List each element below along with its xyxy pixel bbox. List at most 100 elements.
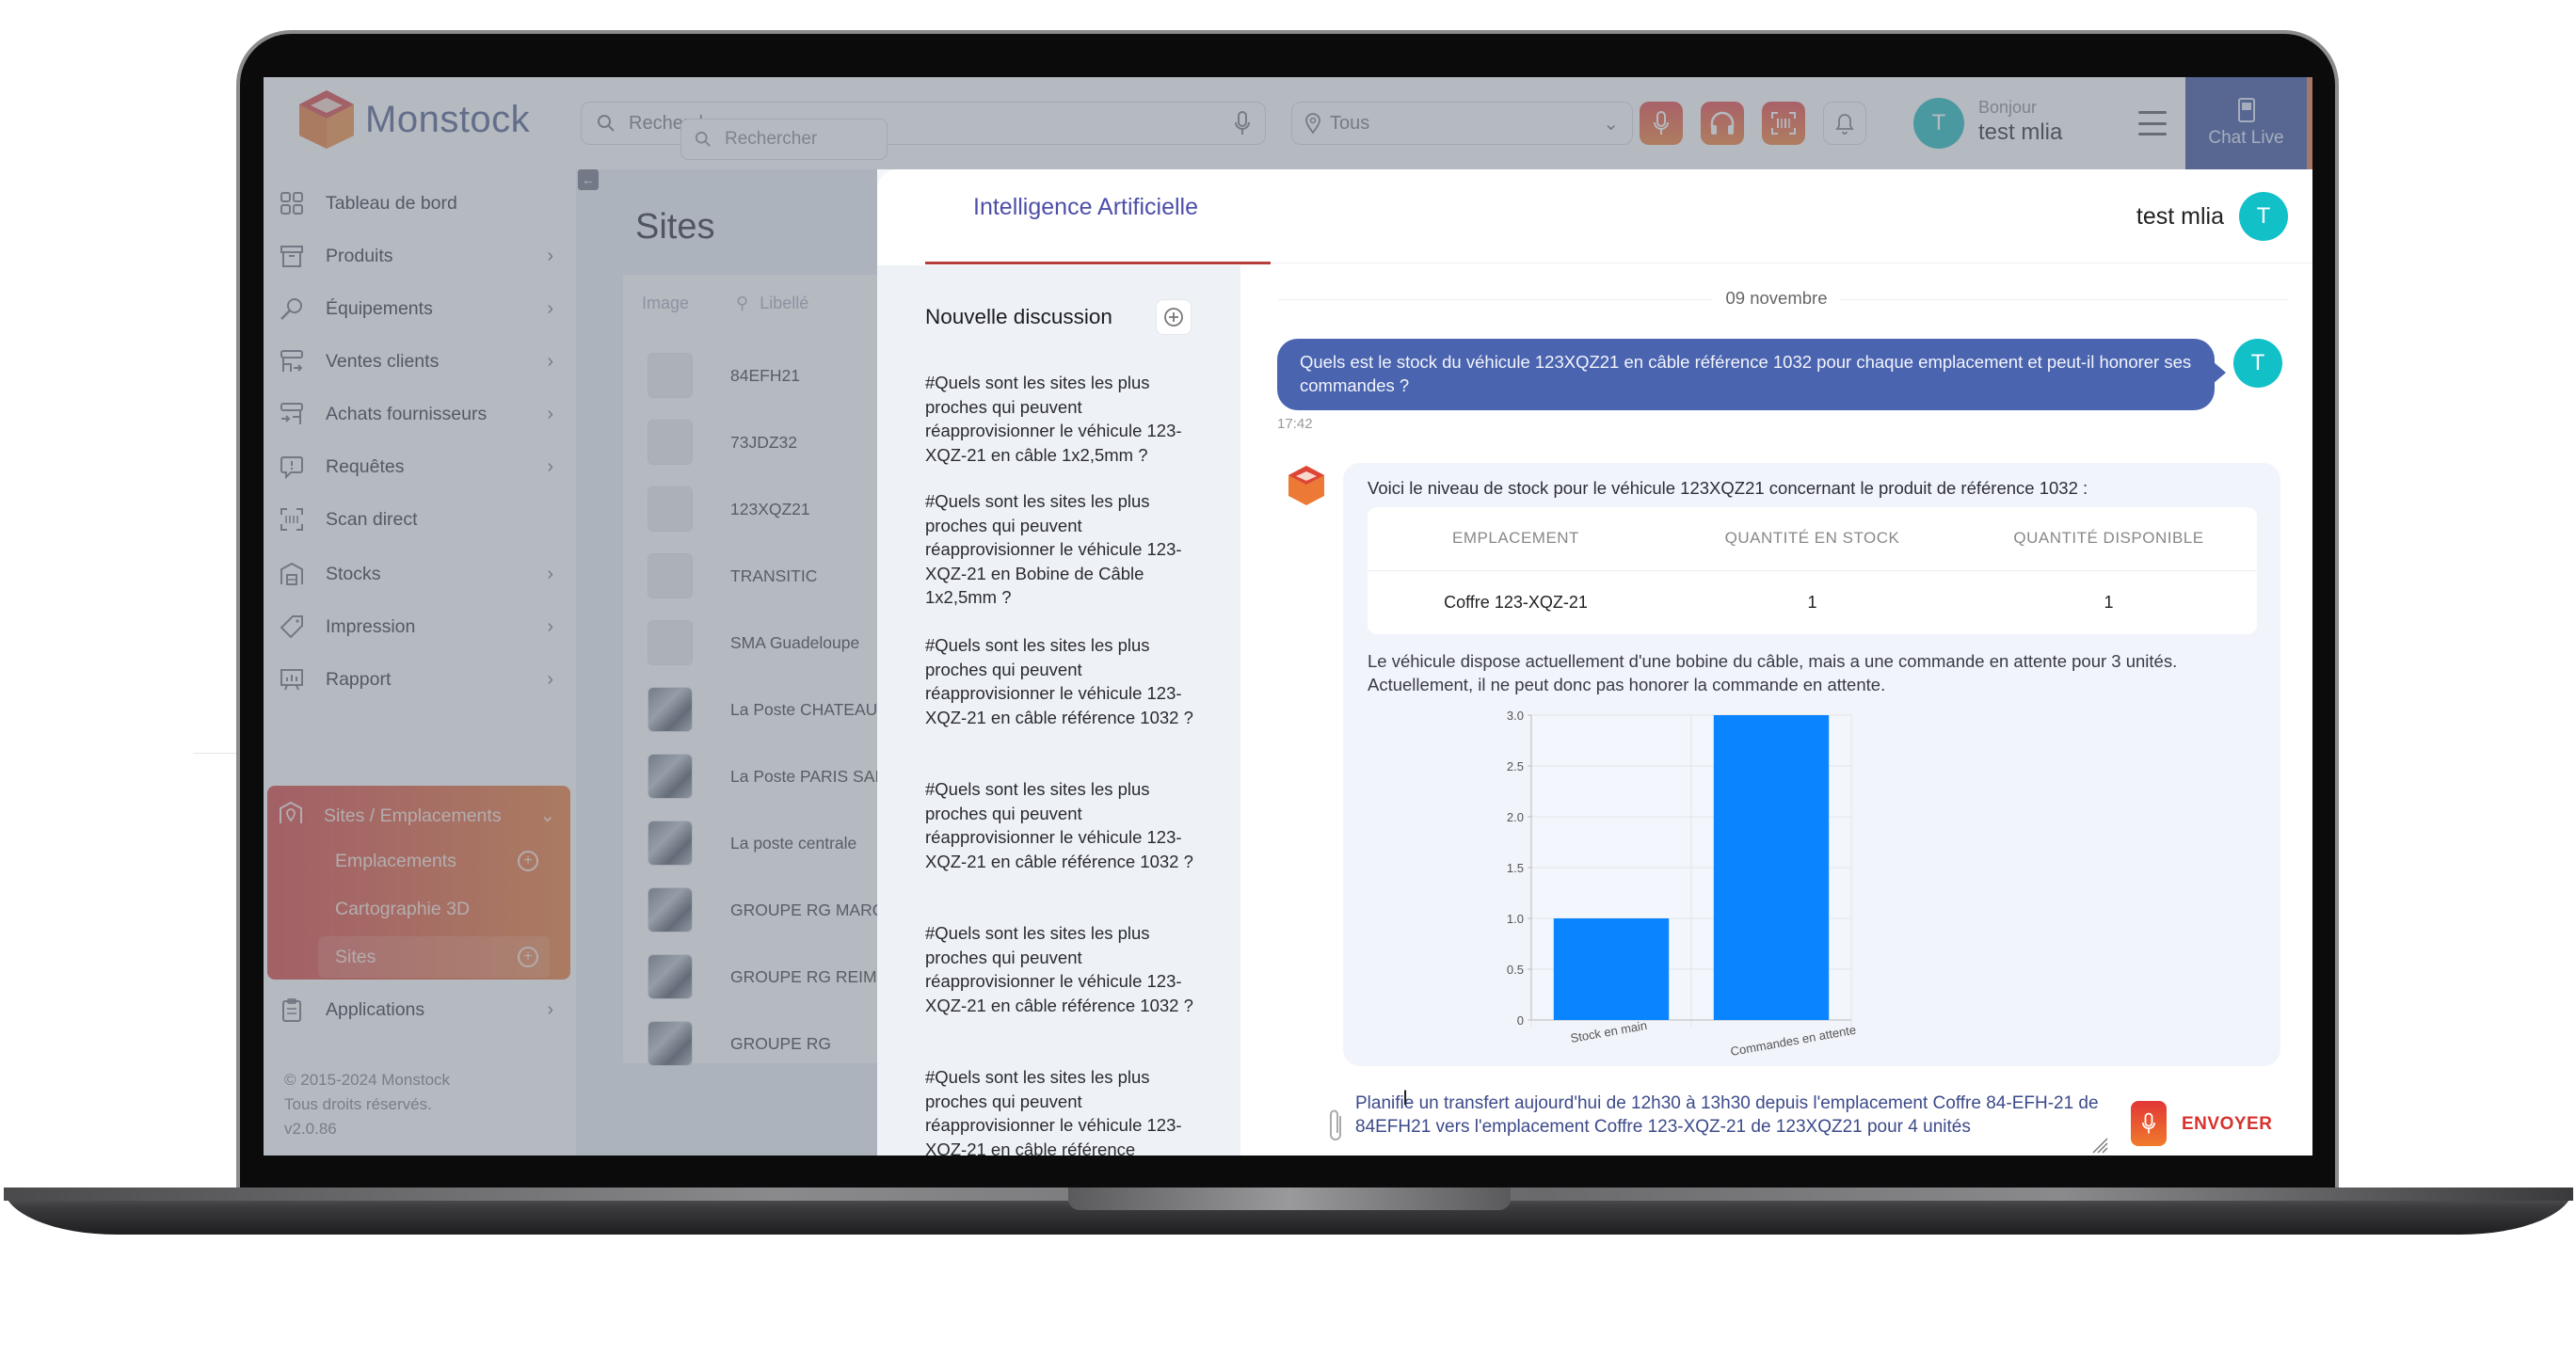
user-greeting[interactable]: Bonjour test mlia	[1978, 98, 2062, 146]
sidebar-item-label: Équipements	[326, 297, 433, 319]
ai-response-intro: Voici le niveau de stock pour le véhicul…	[1368, 478, 2088, 498]
discussion-item[interactable]: #Quels sont les sites les plus proches q…	[925, 777, 1198, 873]
store-in-icon	[279, 401, 305, 427]
paperclip-icon[interactable]	[1325, 1107, 1346, 1144]
message-input[interactable]: Planifie un transfert aujourd'hui de 12h…	[1355, 1092, 2099, 1139]
warehouse-icon	[279, 561, 305, 587]
sidebar-subitem-label: Sites	[335, 946, 376, 967]
bot-cube-icon	[1288, 466, 1324, 505]
laptop-hinge-notch	[1068, 1188, 1511, 1210]
site-location-icon	[279, 801, 303, 831]
sidebar-item-produits[interactable]: Produits ›	[279, 233, 561, 279]
stock-table: EMPLACEMENT QUANTITÉ EN STOCK QUANTITÉ D…	[1368, 507, 2257, 634]
voice-button[interactable]	[1640, 102, 1683, 145]
site-label: GROUPE RG MARQ	[730, 900, 886, 919]
sidebar-item-impression[interactable]: Impression ›	[279, 604, 561, 649]
add-circle-icon	[1164, 308, 1183, 327]
add-circle-icon[interactable]: +	[518, 947, 538, 967]
user-message-avatar: T	[2233, 339, 2282, 388]
sidebar-item-equipements[interactable]: Équipements ›	[279, 286, 561, 331]
date-separator: 09 novembre	[1240, 288, 2312, 309]
brand-logo[interactable]: Monstock	[297, 88, 530, 151]
user-name: test mlia	[1978, 120, 2063, 145]
site-thumbnail	[648, 1021, 693, 1066]
resize-handle-icon[interactable]	[2089, 1135, 2108, 1154]
user-avatar[interactable]: T	[1913, 98, 1964, 149]
chevron-down-icon: ⌄	[539, 805, 555, 826]
table-row[interactable]: GROUPE RG	[623, 1011, 905, 1076]
discussion-item[interactable]: #Quels sont les sites les plus proches q…	[925, 633, 1198, 729]
sidebar-subitem-label: Emplacements	[335, 850, 456, 871]
location-pin-icon	[1305, 113, 1320, 134]
table-row[interactable]: GROUPE RG MARQ	[623, 877, 905, 943]
scan-button[interactable]	[1762, 102, 1805, 145]
greeting-text: Bonjour	[1978, 98, 2038, 117]
table-row[interactable]: SMA Guadeloupe	[623, 610, 905, 676]
table-row[interactable]: GROUPE RG REIMS	[623, 944, 905, 1010]
new-discussion-button[interactable]	[1156, 299, 1192, 335]
chat-live-button[interactable]: Chat Live	[2185, 77, 2312, 169]
column-header-image[interactable]: Image	[642, 275, 689, 331]
chevron-down-icon: ⌄	[1603, 113, 1619, 135]
send-button[interactable]: ENVOYER	[2182, 1114, 2272, 1135]
column-header-emplacement: EMPLACEMENT	[1452, 529, 1579, 547]
search-icon[interactable]: ⚲	[736, 294, 748, 313]
table-row[interactable]: 84EFH21	[623, 343, 905, 408]
chat-conversation: 09 novembre Quels est le stock du véhicu…	[1240, 265, 2312, 1156]
sidebar-item-scan-direct[interactable]: Scan direct	[279, 497, 561, 542]
table-row[interactable]: 73JDZ32	[623, 409, 905, 475]
site-label: GROUPE RG	[730, 1033, 831, 1053]
sidebar-subitem-cartographie-3d[interactable]: Cartographie 3D	[318, 888, 550, 930]
user-avatar[interactable]: T	[2239, 192, 2288, 241]
headset-icon	[1710, 111, 1735, 135]
table-row[interactable]: TRANSITIC	[623, 543, 905, 609]
table-row[interactable]: La Poste PARIS SAI	[623, 743, 905, 809]
column-header-libelle[interactable]: ⚲ Libellé	[736, 275, 808, 331]
microphone-icon[interactable]	[1235, 111, 1250, 136]
sites-search-input[interactable]: Rechercher	[680, 119, 888, 160]
site-thumbnail	[648, 954, 693, 999]
page-title: Sites	[635, 207, 715, 247]
add-circle-icon[interactable]: +	[518, 851, 538, 871]
sidebar-item-requetes[interactable]: Requêtes ›	[279, 444, 561, 489]
discussion-item[interactable]: #Quels sont les sites les plus proches q…	[925, 489, 1198, 610]
sidebar-item-tableau-de-bord[interactable]: Tableau de bord	[279, 181, 561, 226]
sidebar-item-label: Applications	[326, 998, 425, 1020]
microphone-icon	[1654, 111, 1669, 135]
discussion-item[interactable]: #Quels sont les sites les plus proches q…	[925, 921, 1198, 1017]
sidebar-group-sites-emplacements: Sites / Emplacements ⌄ Emplacements + Ca…	[267, 786, 570, 980]
discussion-item[interactable]: #Quels sont les sites les plus proches q…	[925, 1065, 1198, 1156]
collapse-sidebar-button[interactable]: ←	[578, 169, 599, 190]
sidebar-item-label: Tableau de bord	[326, 192, 457, 214]
site-label: 123XQZ21	[730, 499, 810, 518]
table-row[interactable]: La poste centrale	[623, 810, 905, 876]
menu-icon[interactable]	[2138, 111, 2167, 136]
sidebar-item-sites-emplacements[interactable]: Sites / Emplacements ⌄	[279, 795, 561, 837]
support-button[interactable]	[1701, 102, 1744, 145]
alert-bubble-icon	[279, 454, 305, 480]
sidebar-subitem-emplacements[interactable]: Emplacements +	[318, 840, 550, 882]
sidebar-item-label: Scan direct	[326, 508, 418, 530]
sidebar-item-ventes-clients[interactable]: Ventes clients ›	[279, 339, 561, 384]
table-row[interactable]: 123XQZ21	[623, 476, 905, 542]
table-row[interactable]: La Poste CHATEAU	[623, 677, 905, 742]
sidebar-item-rapport[interactable]: Rapport ›	[279, 657, 561, 702]
chevron-right-icon: ›	[547, 297, 553, 319]
sidebar-item-applications[interactable]: Applications ›	[279, 987, 561, 1032]
notifications-button[interactable]	[1823, 102, 1866, 145]
voice-input-button[interactable]	[2131, 1101, 2167, 1146]
site-thumbnail	[648, 553, 693, 598]
box-icon	[279, 243, 305, 269]
search-icon	[695, 131, 711, 147]
site-thumbnail	[648, 420, 693, 465]
tab-intelligence-artificielle[interactable]: Intelligence Artificielle	[973, 194, 1198, 221]
microphone-icon	[2142, 1112, 2155, 1134]
sites-table: Image ⚲ Libellé 84EFH21 73JDZ32 123XQZ21 TR…	[623, 275, 905, 1066]
location-select[interactable]: Tous ⌄	[1291, 102, 1633, 145]
chevron-right-icon: ›	[547, 403, 553, 424]
sidebar-item-stocks[interactable]: Stocks ›	[279, 551, 561, 597]
sidebar-item-achats-fournisseurs[interactable]: Achats fournisseurs ›	[279, 391, 561, 437]
sidebar-item-label: Rapport	[326, 668, 392, 690]
discussion-item[interactable]: #Quels sont les sites les plus proches q…	[925, 371, 1198, 467]
sidebar-subitem-sites[interactable]: Sites +	[318, 936, 550, 978]
